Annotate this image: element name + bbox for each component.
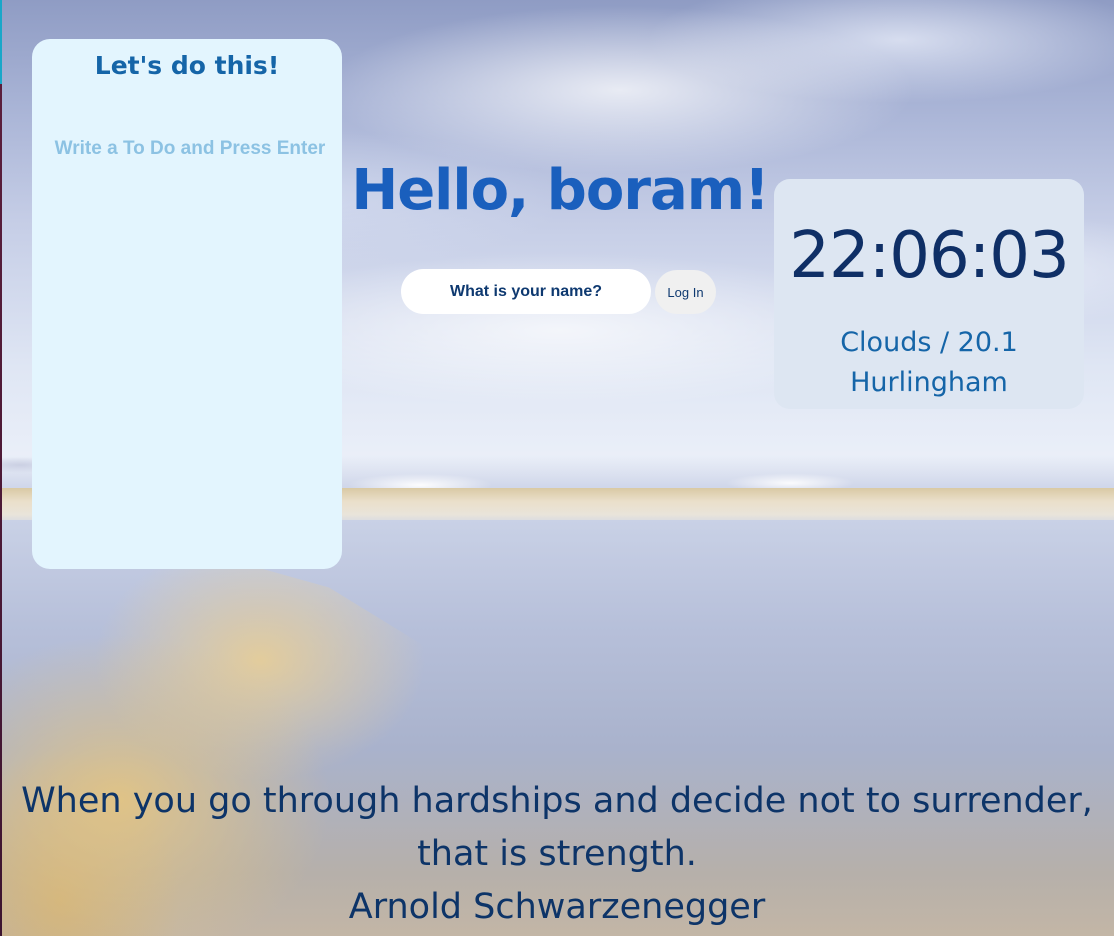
momentum-page: Let's do this! Hello, boram! Log In 22:0… bbox=[0, 0, 1114, 936]
clock-weather-card: 22:06:03 Clouds / 20.1 Hurlingham bbox=[774, 179, 1084, 409]
name-input[interactable] bbox=[401, 269, 651, 314]
quote-text: When you go through hardships and decide… bbox=[21, 781, 1093, 874]
todo-panel: Let's do this! bbox=[32, 39, 342, 569]
todo-input[interactable] bbox=[42, 135, 338, 163]
login-button[interactable]: Log In bbox=[655, 270, 716, 314]
login-form: Log In bbox=[401, 269, 721, 315]
greeting-heading: Hello, boram! bbox=[351, 158, 769, 223]
todo-title: Let's do this! bbox=[94, 51, 280, 80]
weather-description: Clouds / 20.1 bbox=[840, 327, 1018, 358]
clock-time: 22:06:03 bbox=[789, 219, 1069, 293]
weather-city: Hurlingham bbox=[850, 367, 1008, 398]
todo-list bbox=[42, 171, 332, 551]
quote-block: When you go through hardships and decide… bbox=[0, 775, 1114, 934]
quote-author: Arnold Schwarzenegger bbox=[348, 887, 766, 927]
